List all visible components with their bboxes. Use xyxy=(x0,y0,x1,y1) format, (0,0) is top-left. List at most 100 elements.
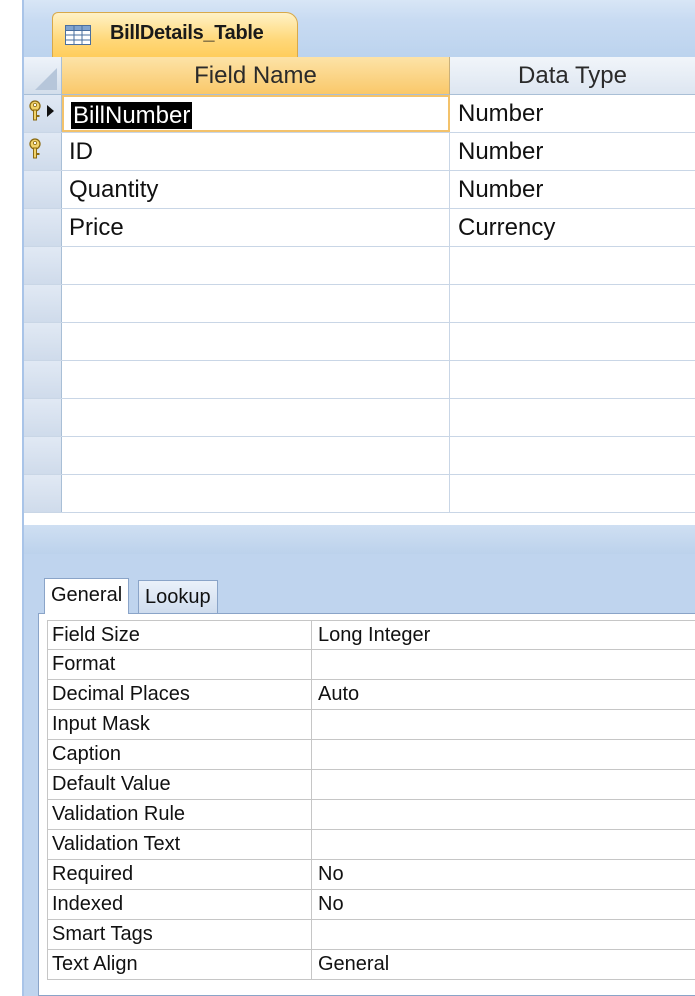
document-tab-strip: BillDetails_Table xyxy=(24,0,695,57)
row-selector[interactable] xyxy=(24,361,62,398)
data-type-cell[interactable]: Number xyxy=(450,133,695,170)
property-value[interactable] xyxy=(312,830,695,859)
data-type-cell[interactable]: Number xyxy=(450,95,695,132)
field-name-cell[interactable]: Price xyxy=(62,209,450,246)
empty-row[interactable] xyxy=(24,323,695,361)
data-type-cell[interactable] xyxy=(450,247,695,284)
property-label: Decimal Places xyxy=(47,680,312,709)
column-header-data-type[interactable]: Data Type xyxy=(450,57,695,95)
table-row[interactable]: BillNumber Number xyxy=(24,95,695,133)
document-tab-billdetails[interactable]: BillDetails_Table xyxy=(52,12,298,57)
row-selector[interactable] xyxy=(24,285,62,322)
field-name-cell[interactable]: BillNumber xyxy=(62,95,450,132)
data-type-cell[interactable] xyxy=(450,437,695,474)
data-type-cell[interactable] xyxy=(450,475,695,512)
empty-row[interactable] xyxy=(24,475,695,513)
property-list: Field Size Long Integer Format Decimal Pl… xyxy=(39,620,695,985)
data-type-cell[interactable] xyxy=(450,285,695,322)
property-value[interactable]: No xyxy=(312,890,695,919)
table-row[interactable]: Price Currency xyxy=(24,209,695,247)
property-label: Caption xyxy=(47,740,312,769)
empty-row[interactable] xyxy=(24,247,695,285)
property-row[interactable]: Field Size Long Integer xyxy=(47,620,695,650)
property-value[interactable]: Long Integer xyxy=(312,621,695,650)
property-row[interactable]: Validation Text xyxy=(47,830,695,860)
table-row[interactable]: Quantity Number xyxy=(24,171,695,209)
property-value[interactable]: No xyxy=(312,860,695,889)
property-row[interactable]: Format xyxy=(47,650,695,680)
field-name-cell[interactable]: Quantity xyxy=(62,171,450,208)
property-row[interactable]: Smart Tags xyxy=(47,920,695,950)
document-tab-label: BillDetails_Table xyxy=(110,22,264,44)
row-selector[interactable] xyxy=(24,475,62,512)
property-row[interactable]: Indexed No xyxy=(47,890,695,920)
field-name-cell[interactable]: ID xyxy=(62,133,450,170)
field-name-cell[interactable] xyxy=(62,437,450,474)
tab-lookup[interactable]: Lookup xyxy=(138,580,218,614)
current-row-arrow-icon xyxy=(47,105,54,117)
property-sheet: Field Size Long Integer Format Decimal Pl… xyxy=(38,613,695,996)
property-value[interactable] xyxy=(312,710,695,739)
property-label: Text Align xyxy=(47,950,312,979)
property-label: Smart Tags xyxy=(47,920,312,949)
primary-key-icon xyxy=(29,138,41,159)
property-row[interactable]: Input Mask xyxy=(47,710,695,740)
table-row[interactable]: ID Number xyxy=(24,133,695,171)
property-value[interactable]: General xyxy=(312,950,695,979)
field-name-cell[interactable] xyxy=(62,475,450,512)
property-label: Validation Text xyxy=(47,830,312,859)
property-row[interactable]: Text Align General xyxy=(47,950,695,980)
row-selector[interactable] xyxy=(24,171,62,208)
property-value[interactable] xyxy=(312,740,695,769)
data-type-cell[interactable]: Currency xyxy=(450,209,695,246)
select-all-corner[interactable] xyxy=(24,57,62,95)
column-header-field-name[interactable]: Field Name xyxy=(62,57,450,95)
row-selector[interactable] xyxy=(24,323,62,360)
row-selector[interactable] xyxy=(24,399,62,436)
property-value[interactable]: Auto xyxy=(312,680,695,709)
corner-triangle-icon xyxy=(35,68,57,90)
row-selector[interactable] xyxy=(24,95,62,132)
data-type-cell[interactable] xyxy=(450,361,695,398)
property-label: Required xyxy=(47,860,312,889)
field-name-cell[interactable] xyxy=(62,247,450,284)
table-icon xyxy=(65,25,91,45)
field-name-cell[interactable] xyxy=(62,323,450,360)
empty-row[interactable] xyxy=(24,437,695,475)
field-name-cell[interactable] xyxy=(62,399,450,436)
row-selector[interactable] xyxy=(24,437,62,474)
property-label: Field Size xyxy=(47,621,312,650)
property-value[interactable] xyxy=(312,800,695,829)
property-label: Default Value xyxy=(47,770,312,799)
window-left-margin xyxy=(0,0,22,996)
primary-key-icon xyxy=(29,100,41,121)
empty-row[interactable] xyxy=(24,361,695,399)
row-selector[interactable] xyxy=(24,209,62,246)
property-value[interactable] xyxy=(312,770,695,799)
property-row[interactable]: Validation Rule xyxy=(47,800,695,830)
field-name-cell[interactable] xyxy=(62,361,450,398)
property-row[interactable]: Caption xyxy=(47,740,695,770)
field-properties-pane: General Lookup Field Size Long Integer Fo… xyxy=(24,554,695,996)
field-name-cell[interactable] xyxy=(62,285,450,322)
property-row[interactable]: Default Value xyxy=(47,770,695,800)
row-selector[interactable] xyxy=(24,247,62,284)
empty-row[interactable] xyxy=(24,399,695,437)
table-design-grid: Field Name Data Type BillNumber Number I… xyxy=(24,57,695,525)
property-label: Input Mask xyxy=(47,710,312,739)
data-type-cell[interactable] xyxy=(450,323,695,360)
property-label: Indexed xyxy=(47,890,312,919)
tab-general[interactable]: General xyxy=(44,578,130,614)
property-value[interactable] xyxy=(312,920,695,949)
property-row[interactable]: Required No xyxy=(47,860,695,890)
property-label: Validation Rule xyxy=(47,800,312,829)
field-name-text: BillNumber xyxy=(71,102,193,129)
data-type-cell[interactable] xyxy=(450,399,695,436)
empty-row[interactable] xyxy=(24,285,695,323)
data-type-cell[interactable]: Number xyxy=(450,171,695,208)
pane-splitter[interactable] xyxy=(24,525,695,555)
row-selector[interactable] xyxy=(24,133,62,170)
property-label: Format xyxy=(47,650,312,679)
property-row[interactable]: Decimal Places Auto xyxy=(47,680,695,710)
property-value[interactable] xyxy=(312,650,695,679)
